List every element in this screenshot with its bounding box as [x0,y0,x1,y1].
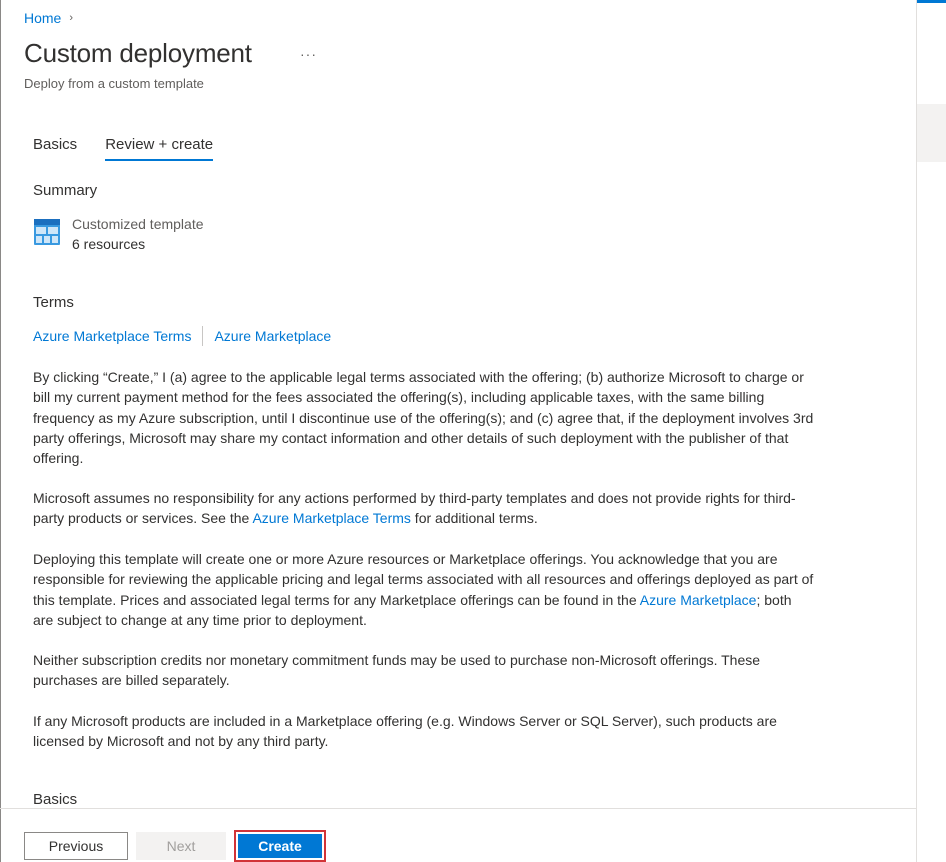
summary-item: Customized template 6 resources [33,214,204,254]
link-divider [202,326,204,346]
page-subtitle: Deploy from a custom template [24,76,204,91]
legal-paragraph-3: Deploying this template will create one … [33,549,815,630]
more-options-icon[interactable]: ··· [300,46,317,62]
summary-resource-count: 6 resources [72,236,146,252]
right-side-panel [916,0,946,862]
breadcrumb: Home › [24,10,73,26]
basics-heading: Basics [33,791,78,808]
legal-paragraph-4: Neither subscription credits nor monetar… [33,650,815,691]
previous-button[interactable]: Previous [24,832,128,860]
tab-review-create[interactable]: Review + create [105,136,214,161]
legal-paragraph-1: By clicking “Create,” I (a) agree to the… [33,367,815,468]
legal-text-4: Neither subscription credits nor monetar… [33,652,761,689]
legal-text-2: Microsoft assumes no responsibility for … [33,488,815,529]
template-icon [34,219,60,245]
azure-marketplace-link[interactable]: Azure Marketplace [214,328,331,344]
next-button[interactable]: Next [136,832,226,860]
create-button-label: Create [238,834,322,858]
terms-heading: Terms [33,294,74,311]
legal-paragraph-5: If any Microsoft products are included i… [33,711,815,752]
legal-text-3: Deploying this template will create one … [33,549,815,630]
footer-divider [0,808,916,809]
chevron-right-icon: › [69,12,74,24]
breadcrumb-home-link[interactable]: Home [24,10,61,26]
legal-text-2-end: for additional terms. [410,510,538,527]
inline-marketplace-link[interactable]: Azure Marketplace [640,592,757,608]
panel-accent-bar [917,0,946,3]
legal-paragraph-2: Microsoft assumes no responsibility for … [33,488,815,529]
wizard-tabs: Basics Review + create [33,136,241,161]
azure-marketplace-terms-link[interactable]: Azure Marketplace Terms [33,328,191,344]
legal-text-5: If any Microsoft products are included i… [33,713,777,750]
legal-text-1: By clicking “Create,” I (a) agree to the… [33,369,814,467]
main-content: Home › Custom deployment ··· Deploy from… [0,0,916,808]
inline-marketplace-terms-link[interactable]: Azure Marketplace Terms [252,510,410,526]
summary-heading: Summary [33,182,98,199]
scrollbar-thumb[interactable] [917,104,946,162]
summary-template-label: Customized template [72,216,204,232]
create-button[interactable]: Create [234,830,326,862]
tab-basics[interactable]: Basics [33,136,77,161]
page-title: Custom deployment [24,38,252,68]
terms-links: Azure Marketplace Terms Azure Marketplac… [33,326,331,346]
